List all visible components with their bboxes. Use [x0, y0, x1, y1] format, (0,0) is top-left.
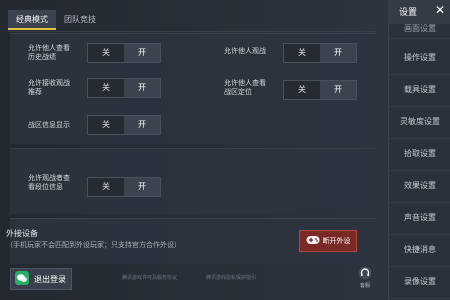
disconnect-device-button[interactable]: 断开外设	[299, 230, 357, 252]
footer-link-license[interactable]: 腾讯游戏许可及服务协议	[122, 274, 177, 281]
setting-label-allow-spectate: 允许他人观战	[224, 47, 266, 55]
customer-service-button[interactable]: 客服	[354, 266, 376, 289]
toggle-allow-spectate[interactable]: 关 开	[283, 43, 357, 63]
toggle-region-info[interactable]: 关 开	[87, 115, 161, 135]
toggle-on-option[interactable]: 开	[124, 116, 160, 134]
toggle-spectate-recommend[interactable]: 关 开	[87, 78, 161, 98]
sidebar-item-vehicle[interactable]: 载具设置	[389, 74, 450, 107]
sidebar-item-sound[interactable]: 声音设置	[389, 202, 450, 235]
toggle-off-option[interactable]: 关	[284, 81, 320, 99]
close-icon[interactable]: ✕	[435, 3, 445, 17]
toggle-spectator-rank[interactable]: 关 开	[87, 177, 161, 197]
spectator-panel: 允许观战者查 看段位信息 关 开	[10, 148, 376, 214]
sidebar-item-effects[interactable]: 效果设置	[389, 170, 450, 203]
toggle-view-history[interactable]: 关 开	[87, 43, 161, 63]
tab-divider	[8, 31, 376, 32]
sidebar-item-quick-messages[interactable]: 快捷消息	[389, 234, 450, 267]
tab-classic-mode[interactable]: 经典模式	[8, 10, 56, 30]
setting-label-view-region: 允许他人查看 战区定位	[224, 79, 266, 96]
external-device-description: （手机玩家不会匹配到外设玩家；只支持官方合作外设）	[6, 241, 181, 249]
settings-sidebar: 设置 ✕ 画面设置 操作设置 载具设置 灵敏度设置 拾取设置 效果设置 声音设置…	[388, 0, 450, 300]
setting-label-spectator-rank: 允许观战者查 看段位信息	[28, 174, 70, 191]
toggle-off-option[interactable]: 关	[88, 79, 124, 97]
setting-label-spectate-recommend: 允许接收观战 推荐	[28, 79, 70, 96]
toggle-on-option[interactable]: 开	[124, 79, 160, 97]
setting-label-view-history: 允许他人查看 历史战绩	[28, 44, 70, 61]
gamepad-icon	[306, 235, 320, 247]
footer-link-privacy[interactable]: 腾讯游戏隐私保护指引	[206, 274, 256, 281]
support-label: 客服	[359, 283, 370, 289]
disconnect-label: 断开外设	[322, 237, 351, 245]
sidebar-item-graphics[interactable]: 画面设置	[389, 24, 450, 39]
toggle-view-region[interactable]: 关 开	[283, 80, 357, 100]
sidebar-item-replay[interactable]: 录像设置	[389, 266, 450, 299]
sidebar-title: 设置	[399, 8, 418, 18]
toggle-on-option[interactable]: 开	[124, 178, 160, 196]
setting-label-region-info: 战区信息显示	[28, 121, 70, 129]
toggle-off-option[interactable]: 关	[88, 178, 124, 196]
sidebar-item-controls[interactable]: 操作设置	[389, 42, 450, 75]
logout-button[interactable]: 退出登录	[10, 268, 72, 290]
toggle-off-option[interactable]: 关	[88, 44, 124, 62]
toggle-on-option[interactable]: 开	[124, 44, 160, 62]
toggle-on-option[interactable]: 开	[320, 44, 356, 62]
logout-label: 退出登录	[34, 274, 66, 284]
sidebar-item-sensitivity[interactable]: 灵敏度设置	[389, 106, 450, 139]
tab-team-deathmatch[interactable]: 团队竞技	[56, 10, 104, 30]
mode-tabs: 经典模式 团队竞技	[8, 10, 104, 30]
privacy-panel: 允许他人查看 历史战绩 关 开 允许他人观战 关 开 允许接收观战 推荐 关 开 允…	[10, 33, 376, 144]
headset-icon	[354, 266, 376, 282]
sidebar-item-pickup[interactable]: 拾取设置	[389, 138, 450, 171]
sidebar-header: 设置 ✕	[389, 0, 450, 24]
wechat-icon	[15, 271, 29, 287]
toggle-on-option[interactable]: 开	[320, 81, 356, 99]
toggle-off-option[interactable]: 关	[284, 44, 320, 62]
external-device-title: 外接设备	[6, 229, 38, 238]
toggle-off-option[interactable]: 关	[88, 116, 124, 134]
